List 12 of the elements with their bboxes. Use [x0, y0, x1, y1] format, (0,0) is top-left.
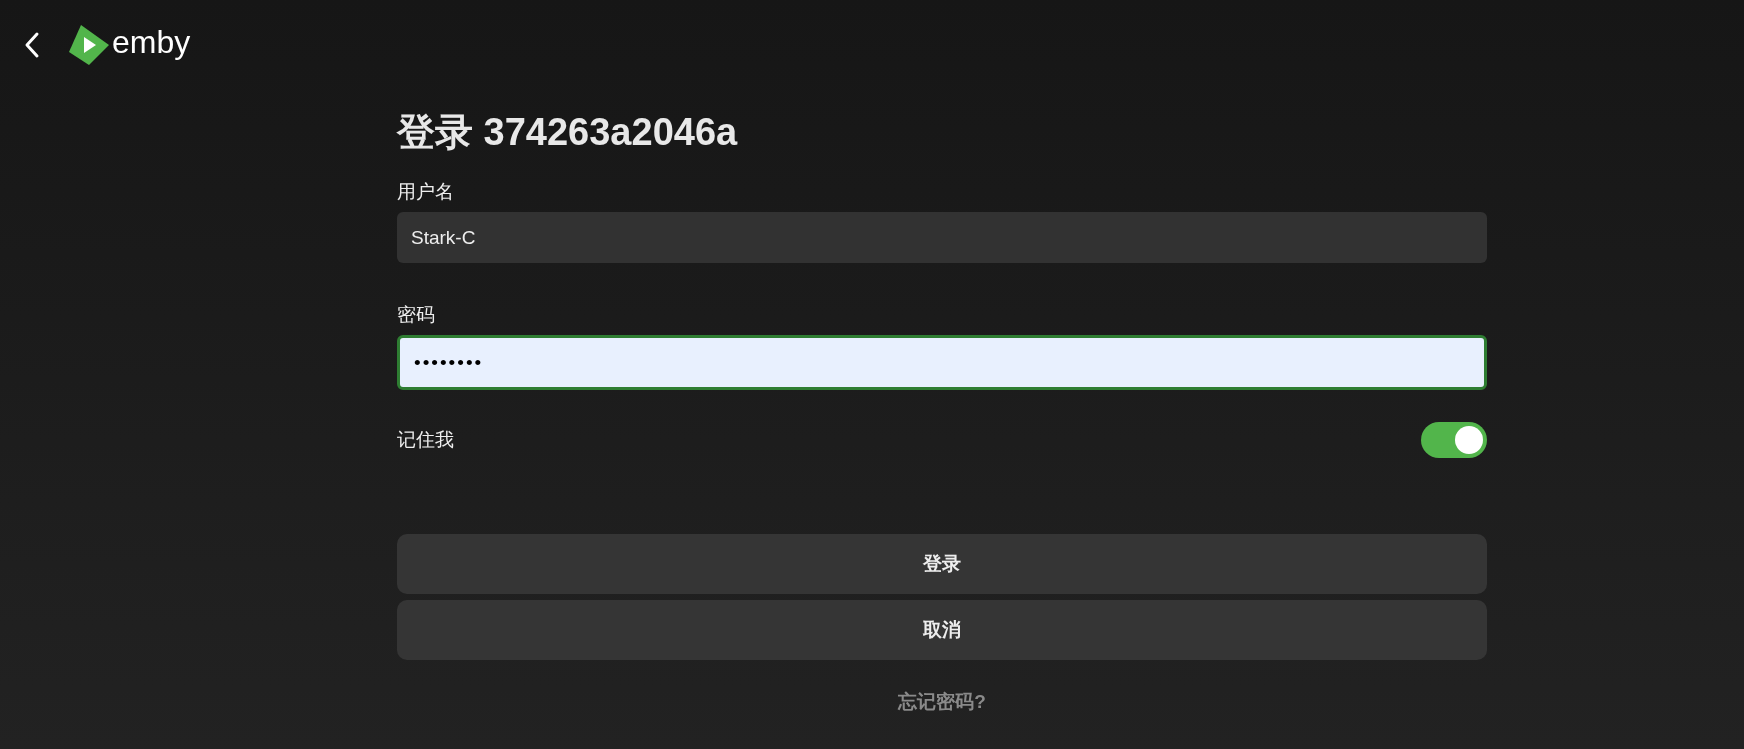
cancel-button[interactable]: 取消	[397, 600, 1487, 660]
password-label: 密码	[397, 303, 435, 327]
login-button[interactable]: 登录	[397, 534, 1487, 594]
logo-icon	[68, 24, 110, 66]
page-title: 登录 374263a2046a	[397, 110, 738, 155]
username-label: 用户名	[397, 180, 454, 204]
remember-me-toggle[interactable]	[1421, 422, 1487, 458]
forgot-password-link[interactable]: 忘记密码?	[898, 688, 986, 717]
username-field[interactable]: Stark-C	[397, 212, 1487, 263]
password-field[interactable]: ••••••••	[397, 335, 1487, 390]
logo-text: emby	[112, 26, 191, 62]
remember-me-label: 记住我	[397, 427, 454, 452]
